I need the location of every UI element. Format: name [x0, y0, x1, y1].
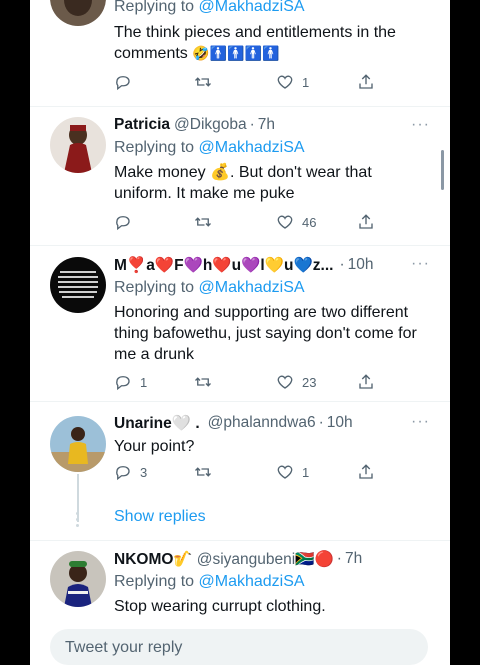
divider	[30, 106, 450, 107]
share-button[interactable]	[357, 373, 375, 391]
share-icon	[359, 74, 373, 89]
reply-icon	[116, 76, 130, 91]
heart-icon	[277, 75, 293, 89]
retweet-icon	[195, 77, 211, 87]
avatar[interactable]	[50, 0, 106, 26]
tweet-reply-input[interactable]	[63, 629, 407, 665]
reply-button[interactable]	[114, 73, 140, 91]
display-name[interactable]: M❣️a❤️F💜h❤️u💜l💛u💙z...	[114, 256, 333, 275]
tweet-text: Stop wearing currupt clothing.	[114, 598, 326, 615]
user-handle[interactable]: @phalanndwa6	[208, 414, 316, 432]
tweet-header: NKOMO🎷 @siyangubeni🇿🇦🔴 · 7h	[114, 548, 430, 570]
like-button[interactable]: 1	[276, 73, 309, 91]
display-name[interactable]: Unarine🤍 .	[114, 414, 200, 433]
separator-dot: ·	[249, 116, 255, 133]
reply-composer[interactable]	[50, 629, 428, 665]
separator-dot: ·	[318, 414, 324, 431]
share-icon	[359, 214, 373, 229]
share-icon	[359, 464, 373, 479]
reply-button[interactable]: 3	[114, 463, 147, 481]
share-button[interactable]	[357, 463, 375, 481]
timestamp[interactable]: 7h	[258, 116, 275, 134]
share-button[interactable]	[357, 73, 375, 91]
scrollbar[interactable]	[441, 150, 444, 190]
mention-link[interactable]: @MakhadziSA	[199, 573, 305, 590]
replying-to: Replying to @MakhadziSA	[114, 279, 305, 296]
mention-link[interactable]: @MakhadziSA	[199, 0, 305, 15]
heart-icon	[277, 215, 293, 229]
tweet-text: Your point?	[114, 438, 195, 455]
tweet-header: Unarine🤍 . @phalanndwa6 · 10h	[114, 412, 430, 434]
heart-icon	[277, 375, 293, 389]
retweet-button[interactable]	[194, 463, 212, 481]
reply-icon	[116, 216, 130, 231]
like-button[interactable]: 23	[276, 373, 316, 391]
timestamp[interactable]: 7h	[345, 550, 362, 568]
user-handle[interactable]: @siyangubeni🇿🇦🔴	[197, 550, 334, 569]
replying-to: Replying to @MakhadziSA	[114, 139, 305, 156]
thread-dots	[76, 512, 80, 527]
share-button[interactable]	[357, 213, 375, 231]
divider	[30, 245, 450, 246]
heart-icon	[277, 465, 293, 479]
avatar[interactable]	[50, 551, 106, 607]
share-icon	[359, 374, 373, 389]
more-options-icon[interactable]: ···	[411, 116, 430, 134]
app-screen: Replying to @MakhadziSA The think pieces…	[30, 0, 450, 665]
user-handle[interactable]: @Dikgoba	[174, 116, 247, 134]
retweet-button[interactable]	[194, 373, 212, 391]
retweet-button[interactable]	[194, 213, 212, 231]
show-replies-link[interactable]: Show replies	[114, 508, 206, 526]
avatar[interactable]	[50, 416, 106, 472]
tweet-text: Make money 💰. But don't wear that unifor…	[114, 164, 372, 202]
display-name[interactable]: Patricia	[114, 116, 170, 134]
like-button[interactable]: 1	[276, 463, 309, 481]
retweet-icon	[195, 377, 211, 387]
tweet-text: Honoring and supporting are two differen…	[114, 304, 417, 363]
reply-button[interactable]	[114, 213, 140, 231]
more-options-icon[interactable]: ···	[411, 413, 430, 431]
avatar[interactable]	[50, 117, 106, 173]
retweet-icon	[195, 467, 211, 477]
divider	[30, 401, 450, 402]
replying-to: Replying to @MakhadziSA	[114, 573, 305, 590]
avatar[interactable]	[50, 257, 106, 313]
timestamp[interactable]: 10h	[327, 414, 353, 432]
reply-icon	[116, 376, 130, 391]
more-options-icon[interactable]: ···	[411, 255, 430, 273]
retweet-icon	[195, 217, 211, 227]
separator-dot: ·	[336, 550, 342, 567]
retweet-button[interactable]	[194, 73, 212, 91]
mention-link[interactable]: @MakhadziSA	[199, 279, 305, 296]
display-name[interactable]: NKOMO🎷	[114, 550, 193, 569]
tweet-header: M❣️a❤️F💜h❤️u💜l💛u💙z... · 10h	[114, 254, 430, 276]
reply-button[interactable]: 1	[114, 373, 147, 391]
like-button[interactable]: 46	[276, 213, 316, 231]
tweet-header: Patricia @Dikgoba · 7h	[114, 114, 430, 136]
timestamp[interactable]: 10h	[348, 256, 374, 274]
tweet-text: The think pieces and entitlements in the…	[114, 24, 396, 62]
mention-link[interactable]: @MakhadziSA	[199, 139, 305, 156]
separator-dot: ·	[339, 256, 345, 273]
divider	[30, 540, 450, 541]
reply-icon	[116, 466, 130, 481]
replying-to: Replying to @MakhadziSA	[114, 0, 305, 15]
